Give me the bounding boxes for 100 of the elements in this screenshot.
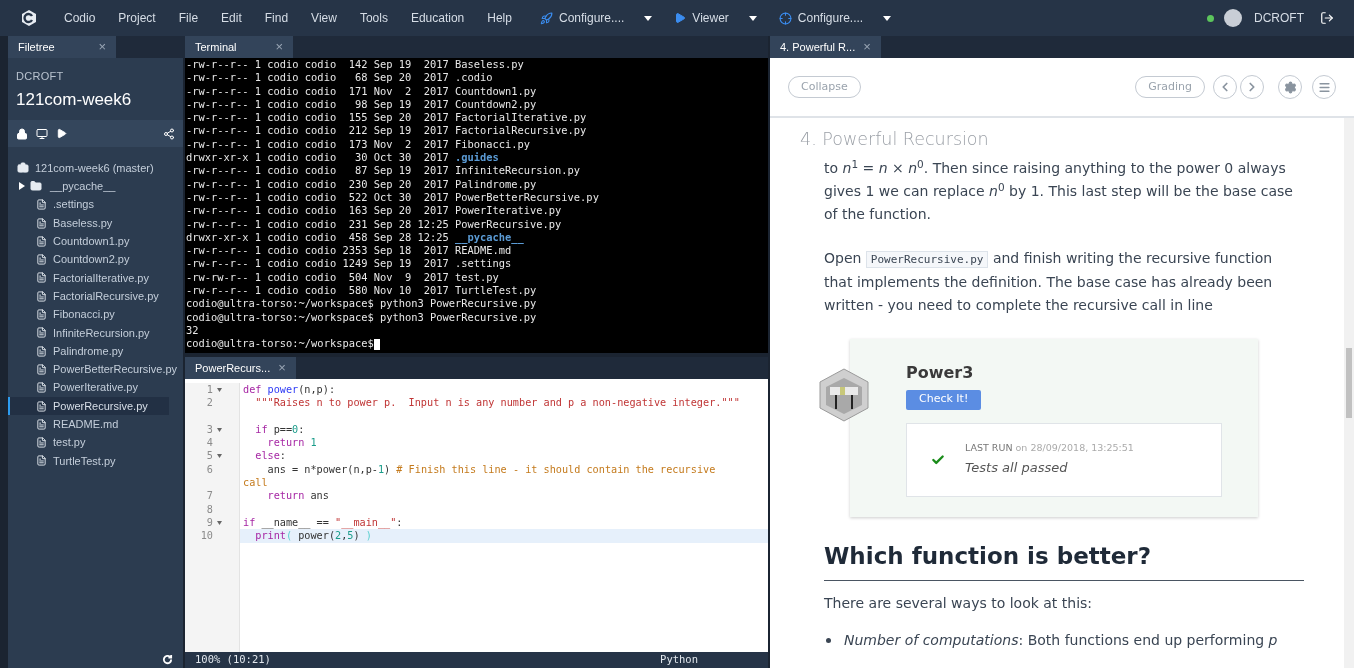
- terminal-line: -rw-r--r-- 1 codio codio 231 Sep 28 12:25 PowerRecursive.py: [186, 217, 563, 231]
- line-number: 4: [205, 436, 213, 450]
- file-icon: [36, 272, 47, 284]
- code-line: ans = n*power(n,p-1) # Finish this line - it should contain the recursive: [266, 463, 716, 475]
- menu-item[interactable]: Codio: [64, 9, 96, 27]
- terminal-line: -rw-r--r-- 1 codio codio 1249 Sep 19 2017 .settings: [186, 257, 513, 271]
- toolbar-dropdown[interactable]: Configure....: [778, 9, 892, 27]
- project-title: 121com-week6: [16, 88, 133, 111]
- panel-tab[interactable]: 4. Powerful R... ×: [770, 36, 881, 58]
- terminal-line: codio@ultra-torso:~/workspace$ python3 PowerRecursive.py: [186, 310, 538, 324]
- close-button[interactable]: ×: [275, 37, 283, 57]
- file-tree-item[interactable]: Countdown1.py: [8, 232, 183, 251]
- close-button[interactable]: ×: [278, 358, 286, 378]
- file-icon: [36, 309, 47, 320]
- code-line: else:: [254, 450, 286, 462]
- fold-caret-icon[interactable]: [217, 520, 222, 525]
- file-tree-item[interactable]: FactorialRecursive.py: [8, 287, 183, 306]
- test-result: Tests all passed: [965, 459, 1069, 478]
- file-tree-item[interactable]: .settings: [8, 195, 183, 214]
- file-tree-item[interactable]: test.py: [8, 433, 183, 452]
- menu-item[interactable]: View: [311, 9, 337, 27]
- terminal-line: -rw-r--r-- 1 codio codio 98 Sep 19 2017 Countdown2.py: [186, 97, 538, 112]
- terminal-line: drwxr-xr-x 1 codio codio 458 Sep 28 12:25 __pycache__: [186, 230, 525, 245]
- play-icon[interactable]: [56, 128, 67, 139]
- terminal-panel[interactable]: [185, 58, 768, 353]
- file-icon: [36, 199, 47, 211]
- menu-item[interactable]: Tools: [359, 9, 388, 27]
- folder-icon: [30, 180, 42, 193]
- file-tree-item[interactable]: FactorialIterative.py: [8, 268, 183, 288]
- toolbar-dropdown[interactable]: Configure....: [539, 9, 653, 27]
- monitor-icon[interactable]: [36, 127, 48, 140]
- menu-item[interactable]: Edit: [221, 9, 242, 27]
- toolbar-dropdown[interactable]: Viewer: [674, 9, 757, 27]
- file-tree-item[interactable]: 121com-week6 (master): [8, 159, 183, 178]
- menu-item[interactable]: Education: [410, 9, 465, 27]
- menu-item[interactable]: Project: [118, 9, 156, 27]
- file-tree-item[interactable]: PowerIterative.py: [8, 378, 183, 397]
- file-tree-item[interactable]: TurtleTest.py: [8, 451, 183, 471]
- fold-caret-icon[interactable]: [217, 427, 222, 432]
- close-button[interactable]: ×: [863, 37, 871, 57]
- line-number: 5: [205, 449, 213, 463]
- logout-icon[interactable]: [1320, 11, 1334, 25]
- rocket-icon: [539, 11, 553, 25]
- line-number: 9: [205, 515, 213, 530]
- file-icon: [36, 418, 47, 430]
- close-button[interactable]: ×: [98, 37, 106, 57]
- code-line: def power(n,p):: [243, 384, 336, 395]
- terminal-line: -rw-r--r-- 1 codio codio 155 Sep 20 2017 FactorialIterative.py: [186, 111, 588, 125]
- file-icon: [36, 455, 47, 467]
- file-icon: [36, 400, 47, 412]
- avatar-icon[interactable]: [1224, 9, 1242, 27]
- menu-item[interactable]: Find: [264, 9, 289, 27]
- user-name[interactable]: DCROFT: [1254, 9, 1304, 27]
- code-line: call: [243, 477, 268, 489]
- caret-icon: [883, 15, 892, 21]
- file-icon: [36, 345, 47, 357]
- file-tree-item[interactable]: __pycache__: [8, 177, 183, 196]
- file-tree-item[interactable]: Countdown2.py: [8, 250, 183, 269]
- panel-tab[interactable]: PowerRecurs... ×: [185, 357, 296, 379]
- code-line: if p==0:: [254, 423, 305, 435]
- file-tree-item[interactable]: Fibonacci.py: [8, 305, 183, 324]
- file-tree-item[interactable]: README.md: [8, 415, 183, 434]
- bullet-text: Number of computations: Both functions end up performing p: [844, 630, 1278, 650]
- menu-item[interactable]: File: [178, 9, 199, 27]
- share-icon[interactable]: [163, 127, 175, 140]
- line-number: 8: [205, 502, 213, 516]
- code-line: return 1: [266, 437, 317, 449]
- panel-tab[interactable]: Terminal ×: [185, 36, 293, 58]
- fold-caret-icon[interactable]: [217, 387, 222, 392]
- guide-title: 4. Powerful Recursion: [800, 128, 990, 151]
- caret-right-icon[interactable]: [19, 182, 25, 191]
- file-tree-item[interactable]: PowerBetterRecursive.py: [8, 360, 183, 379]
- language-label[interactable]: Python: [660, 652, 698, 668]
- lock-icon[interactable]: [16, 127, 28, 140]
- line-number: 6: [205, 462, 213, 477]
- panel-tab[interactable]: Filetree ×: [8, 36, 116, 58]
- target-icon: [778, 11, 792, 25]
- file-tree-item[interactable]: InfiniteRecursion.py: [8, 323, 183, 342]
- robot-drawing: [816, 367, 872, 424]
- file-icon: [36, 437, 47, 449]
- terminal-line: -rw-r--r-- 1 codio codio 2353 Sep 18 2017 README.md: [186, 244, 513, 258]
- menu-item[interactable]: Help: [487, 9, 512, 27]
- guide-paragraph: to n$^{1}$ = n × n$^{0}$. Then since raising anything to the power 0 always gives 1 we can replace n$^{0}$ by 1. This last step will be the base case of the function.: [824, 157, 1294, 225]
- refresh-icon[interactable]: [162, 653, 173, 665]
- cursor-position: 100% (10:21): [195, 652, 271, 668]
- bullet-icon: [826, 637, 831, 643]
- line-number: 3: [205, 422, 213, 437]
- last-run-date: on 28/09/2018, 13:25:51: [1015, 442, 1134, 454]
- terminal-line: codio@ultra-torso:~/workspace$: [186, 337, 767, 351]
- file-icon: [36, 217, 47, 229]
- file-tree-item[interactable]: Palindrome.py: [8, 341, 183, 361]
- owner-label: DCROFT: [16, 69, 65, 84]
- file-tree-item[interactable]: PowerRecursive.py: [8, 396, 169, 416]
- file-icon: [36, 254, 47, 266]
- scrollbar[interactable]: [1344, 118, 1354, 668]
- terminal-line: -rw-r--r-- 1 codio codio 68 Sep 20 2017 .codio: [186, 71, 494, 85]
- file-tree-item[interactable]: Baseless.py: [8, 213, 183, 233]
- file-icon: [36, 327, 47, 339]
- terminal-line: -rw-r--r-- 1 codio codio 230 Sep 20 2017 Palindrome.py: [186, 177, 538, 191]
- fold-caret-icon[interactable]: [217, 454, 222, 459]
